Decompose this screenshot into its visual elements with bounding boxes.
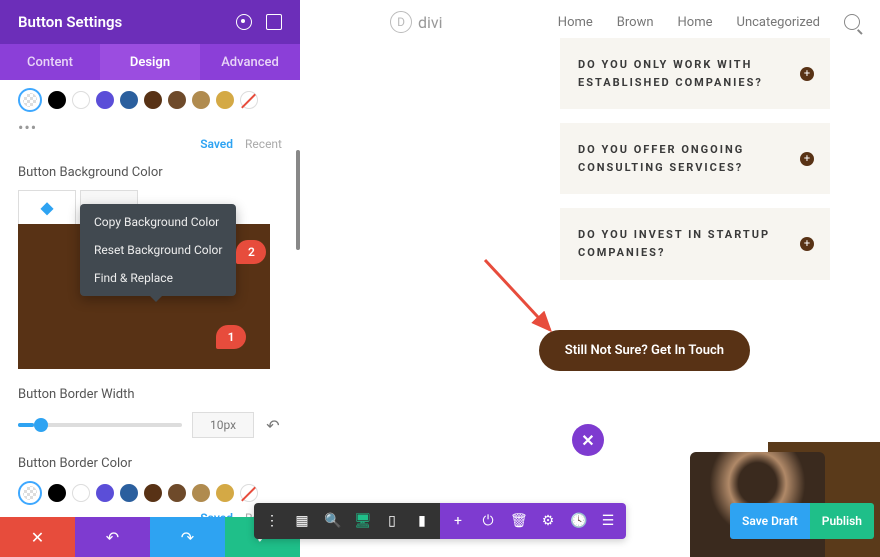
swatch-brown-dark[interactable] xyxy=(144,91,162,109)
gear-icon[interactable]: ⚙ xyxy=(540,513,556,529)
nav-link[interactable]: Uncategorized xyxy=(737,15,820,30)
faq-accordion: DO YOU ONLY WORK WITH ESTABLISHED COMPAN… xyxy=(560,38,830,294)
tablet-icon[interactable]: ▯ xyxy=(384,513,400,529)
swatch-selected[interactable] xyxy=(18,481,42,505)
power-icon[interactable]: ⏻ xyxy=(480,513,496,529)
panel-tabs: Content Design Advanced xyxy=(0,44,300,80)
saved-tab[interactable]: Saved xyxy=(200,137,233,151)
swatch-tan[interactable] xyxy=(192,484,210,502)
nav-link[interactable]: Home xyxy=(678,15,713,30)
swatch-white[interactable] xyxy=(72,91,90,109)
more-icon[interactable]: ••• xyxy=(18,118,282,137)
border-width-input[interactable] xyxy=(192,412,254,438)
bg-color-label: Button Background Color xyxy=(18,165,282,180)
swatch-white[interactable] xyxy=(72,484,90,502)
add-icon[interactable]: + xyxy=(450,513,466,529)
tab-advanced[interactable]: Advanced xyxy=(200,44,300,80)
cancel-button[interactable]: ✕ xyxy=(0,517,75,557)
swatch-purple[interactable] xyxy=(96,484,114,502)
plus-icon[interactable]: + xyxy=(800,237,814,251)
swatch-black[interactable] xyxy=(48,484,66,502)
swatch-brown[interactable] xyxy=(168,91,186,109)
page-preview: D divi Home Brown Home Uncategorized DO … xyxy=(300,0,880,557)
ctx-find-replace[interactable]: Find & Replace xyxy=(80,264,236,292)
swatch-brown-dark[interactable] xyxy=(144,484,162,502)
annotation-badge-1: 1 xyxy=(216,325,246,349)
faq-question: DO YOU ONLY WORK WITH ESTABLISHED COMPAN… xyxy=(578,56,790,91)
responsive-icon[interactable] xyxy=(236,14,252,30)
faq-item[interactable]: DO YOU INVEST IN STARTUP COMPANIES? + xyxy=(560,208,830,279)
ctx-copy[interactable]: Copy Background Color xyxy=(80,208,236,236)
swatch-brown[interactable] xyxy=(168,484,186,502)
ctx-reset[interactable]: Reset Background Color xyxy=(80,236,236,264)
history-icon[interactable]: 🕓 xyxy=(570,513,586,529)
sliders-icon[interactable]: ☰ xyxy=(600,513,616,529)
menu-icon[interactable]: ⋮ xyxy=(264,513,280,529)
hero-section: ✕ xyxy=(600,442,880,557)
faq-item[interactable]: DO YOU OFFER ONGOING CONSULTING SERVICES… xyxy=(560,123,830,194)
nav-link[interactable]: Brown xyxy=(617,15,654,30)
publish-button[interactable]: Publish xyxy=(810,503,874,539)
close-builder-button[interactable]: ✕ xyxy=(572,424,604,456)
desktop-icon[interactable]: 🖥 xyxy=(354,513,370,529)
panel-header: Button Settings xyxy=(0,0,300,44)
nav-link[interactable]: Home xyxy=(558,15,593,30)
swatch-none[interactable] xyxy=(240,484,258,502)
panel-body: ••• Saved Recent Button Background Color… xyxy=(0,80,300,517)
publish-buttons: Save Draft Publish xyxy=(730,503,874,539)
tab-content[interactable]: Content xyxy=(0,44,100,80)
swatch-gold[interactable] xyxy=(216,91,234,109)
text-color-swatches xyxy=(18,88,282,112)
saved-tab[interactable]: Saved xyxy=(200,511,233,517)
undo-button[interactable]: ↶ xyxy=(75,517,150,557)
faq-item[interactable]: DO YOU ONLY WORK WITH ESTABLISHED COMPAN… xyxy=(560,38,830,109)
swatch-purple[interactable] xyxy=(96,91,114,109)
bg-color-preview[interactable]: Copy Background Color Reset Background C… xyxy=(18,224,270,369)
faq-question: DO YOU OFFER ONGOING CONSULTING SERVICES… xyxy=(578,141,790,176)
expand-icon[interactable] xyxy=(266,14,282,30)
cta-button[interactable]: Still Not Sure? Get In Touch xyxy=(539,330,750,371)
zoom-icon[interactable]: 🔍 xyxy=(324,513,340,529)
trash-icon[interactable]: 🗑 xyxy=(510,513,526,529)
site-brand[interactable]: D divi xyxy=(390,11,443,33)
recent-tab[interactable]: Recent xyxy=(245,137,282,151)
swatch-black[interactable] xyxy=(48,91,66,109)
border-width-label: Button Border Width xyxy=(18,387,282,402)
builder-toolbar: ⋮ ▦ 🔍 🖥 ▯ ▮ + ⏻ 🗑 ⚙ 🕓 ☰ xyxy=(254,503,626,539)
swatch-selected[interactable] xyxy=(18,88,42,112)
swatch-blue[interactable] xyxy=(120,484,138,502)
faq-question: DO YOU INVEST IN STARTUP COMPANIES? xyxy=(578,226,790,261)
bg-tab-color[interactable]: ◆ xyxy=(18,190,76,224)
swatch-none[interactable] xyxy=(240,91,258,109)
panel-title: Button Settings xyxy=(18,13,122,31)
brand-text: divi xyxy=(418,13,443,32)
wireframe-icon[interactable]: ▦ xyxy=(294,513,310,529)
redo-button[interactable]: ↷ xyxy=(150,517,225,557)
phone-icon[interactable]: ▮ xyxy=(414,513,430,529)
tab-design[interactable]: Design xyxy=(100,44,200,80)
swatch-tan[interactable] xyxy=(192,91,210,109)
save-draft-button[interactable]: Save Draft xyxy=(730,503,810,539)
plus-icon[interactable]: + xyxy=(800,67,814,81)
logo-icon: D xyxy=(390,11,412,33)
border-color-label: Button Border Color xyxy=(18,456,282,471)
reset-icon[interactable]: ↶ xyxy=(264,416,282,434)
swatch-gold[interactable] xyxy=(216,484,234,502)
border-width-slider[interactable] xyxy=(18,423,182,427)
context-menu: Copy Background Color Reset Background C… xyxy=(80,204,236,296)
plus-icon[interactable]: + xyxy=(800,152,814,166)
settings-panel: Button Settings Content Design Advanced … xyxy=(0,0,300,557)
search-icon[interactable] xyxy=(844,14,860,30)
annotation-badge-2: 2 xyxy=(236,240,266,264)
swatch-blue[interactable] xyxy=(120,91,138,109)
